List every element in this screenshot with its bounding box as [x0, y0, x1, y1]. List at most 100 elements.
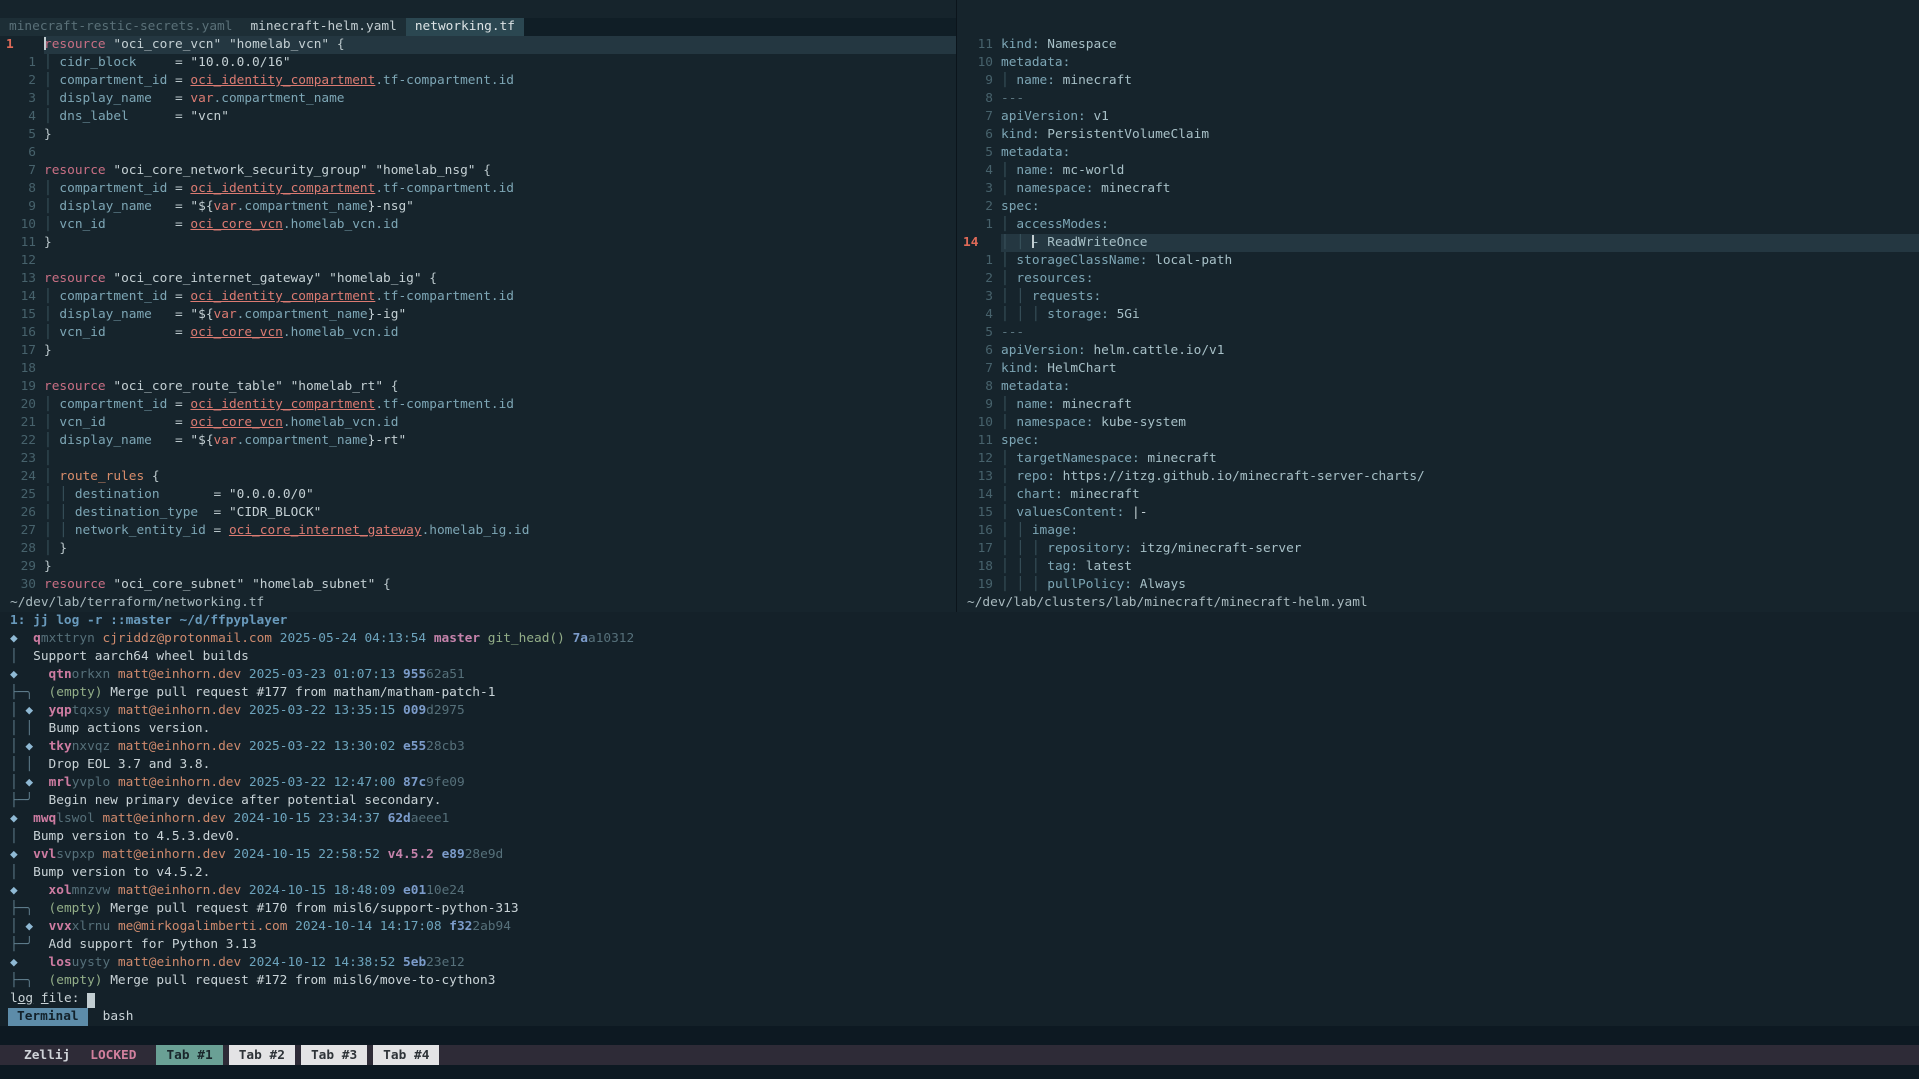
line-number: 1	[0, 54, 44, 72]
log-line: │ Bump version to 4.5.3.dev0.	[0, 828, 1919, 846]
buffer-tab-minecraft-helm.yaml[interactable]: minecraft-helm.yaml	[241, 18, 405, 36]
zellij-tab-tab-3[interactable]: Tab #3	[301, 1045, 367, 1065]
line-number: 18	[957, 558, 1001, 576]
code-text: }	[44, 126, 956, 144]
terminal-prompt[interactable]: log file:	[0, 990, 1919, 1008]
code-text: │ dns_label = "vcn"	[44, 108, 956, 126]
terminal-pane[interactable]: 1: jj log -r ::master ~/d/ffpyplayer ◆ q…	[0, 612, 1919, 1026]
code-line: 15│ display_name = "${var.compartment_na…	[0, 306, 956, 324]
left-editor-statusline: ~/dev/lab/terraform/networking.tf	[0, 594, 956, 612]
line-number: 20	[0, 396, 44, 414]
line-number: 4	[0, 108, 44, 126]
log-line: ├─╮ (empty) Merge pull request #172 from…	[0, 972, 1919, 990]
code-text: resource "oci_core_vcn" "homelab_vcn" {	[44, 36, 956, 54]
code-text: │ vcn_id = oci_core_vcn.homelab_vcn.id	[44, 324, 956, 342]
code-line: 16│ │ image:	[957, 522, 1919, 540]
code-line: 2│ resources:	[957, 270, 1919, 288]
line-number: 5	[0, 126, 44, 144]
code-line: 21│ vcn_id = oci_core_vcn.homelab_vcn.id	[0, 414, 956, 432]
buffer-tab-networking.tf[interactable]: networking.tf	[406, 18, 524, 36]
code-line: 12	[0, 252, 956, 270]
code-line: 6	[0, 144, 956, 162]
terminal-tab-bash[interactable]: bash	[103, 1008, 134, 1026]
code-text: │ vcn_id = oci_core_vcn.homelab_vcn.id	[44, 216, 956, 234]
code-line: 4│ dns_label = "vcn"	[0, 108, 956, 126]
code-text: kind: PersistentVolumeClaim	[1001, 126, 1919, 144]
buffer-tab-minecraft-restic-secrets.yaml[interactable]: minecraft-restic-secrets.yaml	[0, 18, 241, 36]
line-number: 11	[957, 432, 1001, 450]
code-line: 1resource "oci_core_vcn" "homelab_vcn" {	[0, 36, 956, 54]
code-text: │ targetNamespace: minecraft	[1001, 450, 1919, 468]
code-text: resource "oci_core_network_security_grou…	[44, 162, 956, 180]
line-number: 4	[957, 162, 1001, 180]
zellij-tab-tab-2[interactable]: Tab #2	[229, 1045, 295, 1065]
log-line: │ ◆ mrlyvplo matt@einhorn.dev 2025-03-22…	[0, 774, 1919, 792]
line-number: 17	[957, 540, 1001, 558]
code-text: │ valuesContent: |-	[1001, 504, 1919, 522]
log-line: │ ◆ yqptqxsy matt@einhorn.dev 2025-03-22…	[0, 702, 1919, 720]
code-line: 7apiVersion: v1	[957, 108, 1919, 126]
code-line: 23│	[0, 450, 956, 468]
code-text: │ storageClassName: local-path	[1001, 252, 1919, 270]
code-line: 13resource "oci_core_internet_gateway" "…	[0, 270, 956, 288]
code-line: 6kind: PersistentVolumeClaim	[957, 126, 1919, 144]
code-text: │ │ - ReadWriteOnce	[1001, 234, 1919, 252]
code-line: 17}	[0, 342, 956, 360]
code-text: }	[44, 234, 956, 252]
left-editor-top-gap	[0, 0, 956, 18]
code-line: 14│ │ - ReadWriteOnce	[957, 234, 1919, 252]
code-line: 9│ display_name = "${var.compartment_nam…	[0, 198, 956, 216]
right-editor-pane: 11kind: Namespace10metadata:9│ name: min…	[957, 0, 1919, 612]
log-line: ├─╮ (empty) Merge pull request #177 from…	[0, 684, 1919, 702]
code-text: │ │ │ repository: itzg/minecraft-server	[1001, 540, 1919, 558]
code-text: │ display_name = "${var.compartment_name…	[44, 306, 956, 324]
line-number: 9	[957, 72, 1001, 90]
code-line: 7kind: HelmChart	[957, 360, 1919, 378]
log-line: │ │ Drop EOL 3.7 and 3.8.	[0, 756, 1919, 774]
code-line: 3│ namespace: minecraft	[957, 180, 1919, 198]
log-line: ├─╯ Begin new primary device after poten…	[0, 792, 1919, 810]
code-text: spec:	[1001, 198, 1919, 216]
code-line: 10│ vcn_id = oci_core_vcn.homelab_vcn.id	[0, 216, 956, 234]
line-number: 7	[957, 108, 1001, 126]
jj-log: ◆ qmxttryn cjriddz@protonmail.com 2025-0…	[0, 630, 1919, 990]
terminal-tab-bar: Terminal bash	[0, 1008, 1919, 1026]
line-number: 2	[957, 270, 1001, 288]
code-text: metadata:	[1001, 378, 1919, 396]
right-editor-statusline: ~/dev/lab/clusters/lab/minecraft/minecra…	[957, 594, 1919, 612]
log-line: ├─╮ (empty) Merge pull request #170 from…	[0, 900, 1919, 918]
code-text: │ namespace: minecraft	[1001, 180, 1919, 198]
code-line: 5metadata:	[957, 144, 1919, 162]
code-line: 7resource "oci_core_network_security_gro…	[0, 162, 956, 180]
code-line: 11spec:	[957, 432, 1919, 450]
code-line: 22│ display_name = "${var.compartment_na…	[0, 432, 956, 450]
line-number: 14	[0, 288, 44, 306]
code-text: │ │ │ storage: 5Gi	[1001, 306, 1919, 324]
code-line: 10metadata:	[957, 54, 1919, 72]
line-number: 3	[957, 288, 1001, 306]
code-text: │ }	[44, 540, 956, 558]
code-text: kind: HelmChart	[1001, 360, 1919, 378]
zellij-tab-tab-1[interactable]: Tab #1	[156, 1045, 222, 1065]
code-text: │ name: minecraft	[1001, 72, 1919, 90]
code-line: 1│ accessModes:	[957, 216, 1919, 234]
code-line: 28│ }	[0, 540, 956, 558]
code-line: 10│ namespace: kube-system	[957, 414, 1919, 432]
code-line: 15│ valuesContent: |-	[957, 504, 1919, 522]
code-text: │ │ │ pullPolicy: Always	[1001, 576, 1919, 594]
code-text: resource "oci_core_route_table" "homelab…	[44, 378, 956, 396]
code-text: │	[44, 450, 956, 468]
code-line: 5}	[0, 126, 956, 144]
left-editor-lines: 1resource "oci_core_vcn" "homelab_vcn" {…	[0, 36, 956, 594]
bufferline: minecraft-restic-secrets.yamlminecraft-h…	[0, 18, 956, 36]
line-number: 19	[0, 378, 44, 396]
code-text: spec:	[1001, 432, 1919, 450]
line-number: 6	[0, 144, 44, 162]
code-text: │ accessModes:	[1001, 216, 1919, 234]
code-line: 24│ route_rules {	[0, 468, 956, 486]
code-line: 5---	[957, 324, 1919, 342]
terminal-tab-active[interactable]: Terminal	[8, 1008, 88, 1026]
line-number: 5	[957, 144, 1001, 162]
log-line: │ ◆ vvxxlrnu me@mirkogalimberti.com 2024…	[0, 918, 1919, 936]
zellij-tab-tab-4[interactable]: Tab #4	[373, 1045, 439, 1065]
